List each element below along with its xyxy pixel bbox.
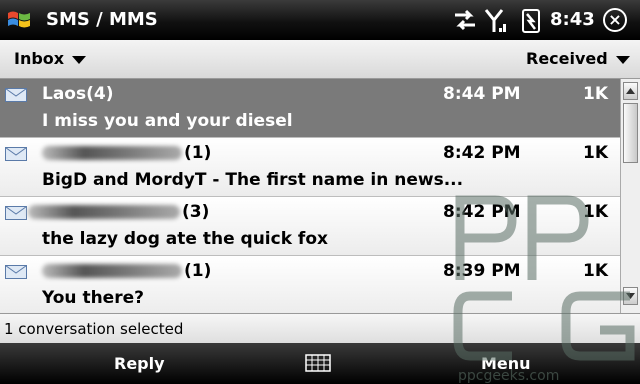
message-size: 1K <box>583 143 609 163</box>
filter-bar: Inbox Received <box>0 40 640 79</box>
list-item[interactable]: (1) 8:42 PM 1K BigD and MordyT - The fir… <box>0 138 620 197</box>
list-item[interactable]: (1) 8:39 PM 1K You there? <box>0 256 620 313</box>
windows-start-icon[interactable] <box>6 7 32 33</box>
message-time: 8:42 PM <box>443 143 521 163</box>
reply-button[interactable]: Reply <box>114 354 165 373</box>
message-sender: (1) <box>42 143 211 163</box>
sort-dropdown[interactable]: Received <box>526 49 630 68</box>
chevron-down-icon <box>72 55 87 64</box>
message-count: (3) <box>182 202 210 222</box>
scroll-down-button[interactable] <box>623 287 638 305</box>
redacted-sender <box>42 264 182 278</box>
sort-dropdown-label: Received <box>526 49 608 68</box>
scroll-up-button[interactable] <box>623 82 638 100</box>
folder-dropdown-label: Inbox <box>14 49 65 68</box>
app-title: SMS / MMS <box>46 9 158 30</box>
message-preview: BigD and MordyT - The first name in news… <box>42 170 464 190</box>
message-time: 8:39 PM <box>443 261 521 281</box>
menu-button[interactable]: Menu <box>481 354 531 373</box>
list-item[interactable]: Laos(4) 8:44 PM 1K I miss you and your d… <box>0 79 620 138</box>
clock[interactable]: 8:43 <box>550 9 595 30</box>
message-size: 1K <box>583 261 609 281</box>
sender-name: Laos <box>42 84 87 104</box>
status-bar: 1 conversation selected <box>0 313 640 344</box>
arrow-up-icon <box>626 88 635 94</box>
message-count: (1) <box>184 261 212 281</box>
scrollbar[interactable] <box>620 79 640 313</box>
envelope-icon <box>5 88 27 102</box>
message-sender: Laos(4) <box>42 84 113 104</box>
message-preview: I miss you and your diesel <box>42 111 293 131</box>
scroll-thumb[interactable] <box>623 103 638 163</box>
arrow-down-icon <box>626 293 635 299</box>
message-size: 1K <box>583 84 609 104</box>
message-count: (1) <box>184 143 212 163</box>
envelope-icon <box>5 206 27 220</box>
status-text: 1 conversation selected <box>4 320 184 338</box>
softkey-bar: Reply Menu <box>0 343 640 384</box>
message-time: 8:42 PM <box>443 202 521 222</box>
redacted-sender <box>42 146 182 160</box>
message-preview: the lazy dog ate the quick fox <box>42 229 328 249</box>
signal-strength-icon[interactable] <box>484 6 508 34</box>
message-count: (4) <box>86 84 114 104</box>
keyboard-icon[interactable] <box>305 354 331 372</box>
message-preview: You there? <box>42 288 144 308</box>
connectivity-icon[interactable] <box>452 6 478 34</box>
list-item[interactable]: (3) 8:42 PM 1K the lazy dog ate the quic… <box>0 197 620 256</box>
message-sender: (1) <box>42 261 211 281</box>
envelope-icon <box>5 147 27 161</box>
title-bar: SMS / MMS 8:43 × <box>0 0 640 40</box>
battery-charging-icon[interactable] <box>520 6 544 34</box>
message-size: 1K <box>583 202 609 222</box>
message-sender: (3) <box>28 202 209 222</box>
envelope-icon <box>5 265 27 279</box>
folder-dropdown[interactable]: Inbox <box>14 49 87 68</box>
message-time: 8:44 PM <box>443 84 521 104</box>
chevron-down-icon <box>615 55 630 64</box>
message-list: Laos(4) 8:44 PM 1K I miss you and your d… <box>0 79 620 313</box>
redacted-sender <box>28 205 180 219</box>
close-button[interactable]: × <box>603 8 627 32</box>
